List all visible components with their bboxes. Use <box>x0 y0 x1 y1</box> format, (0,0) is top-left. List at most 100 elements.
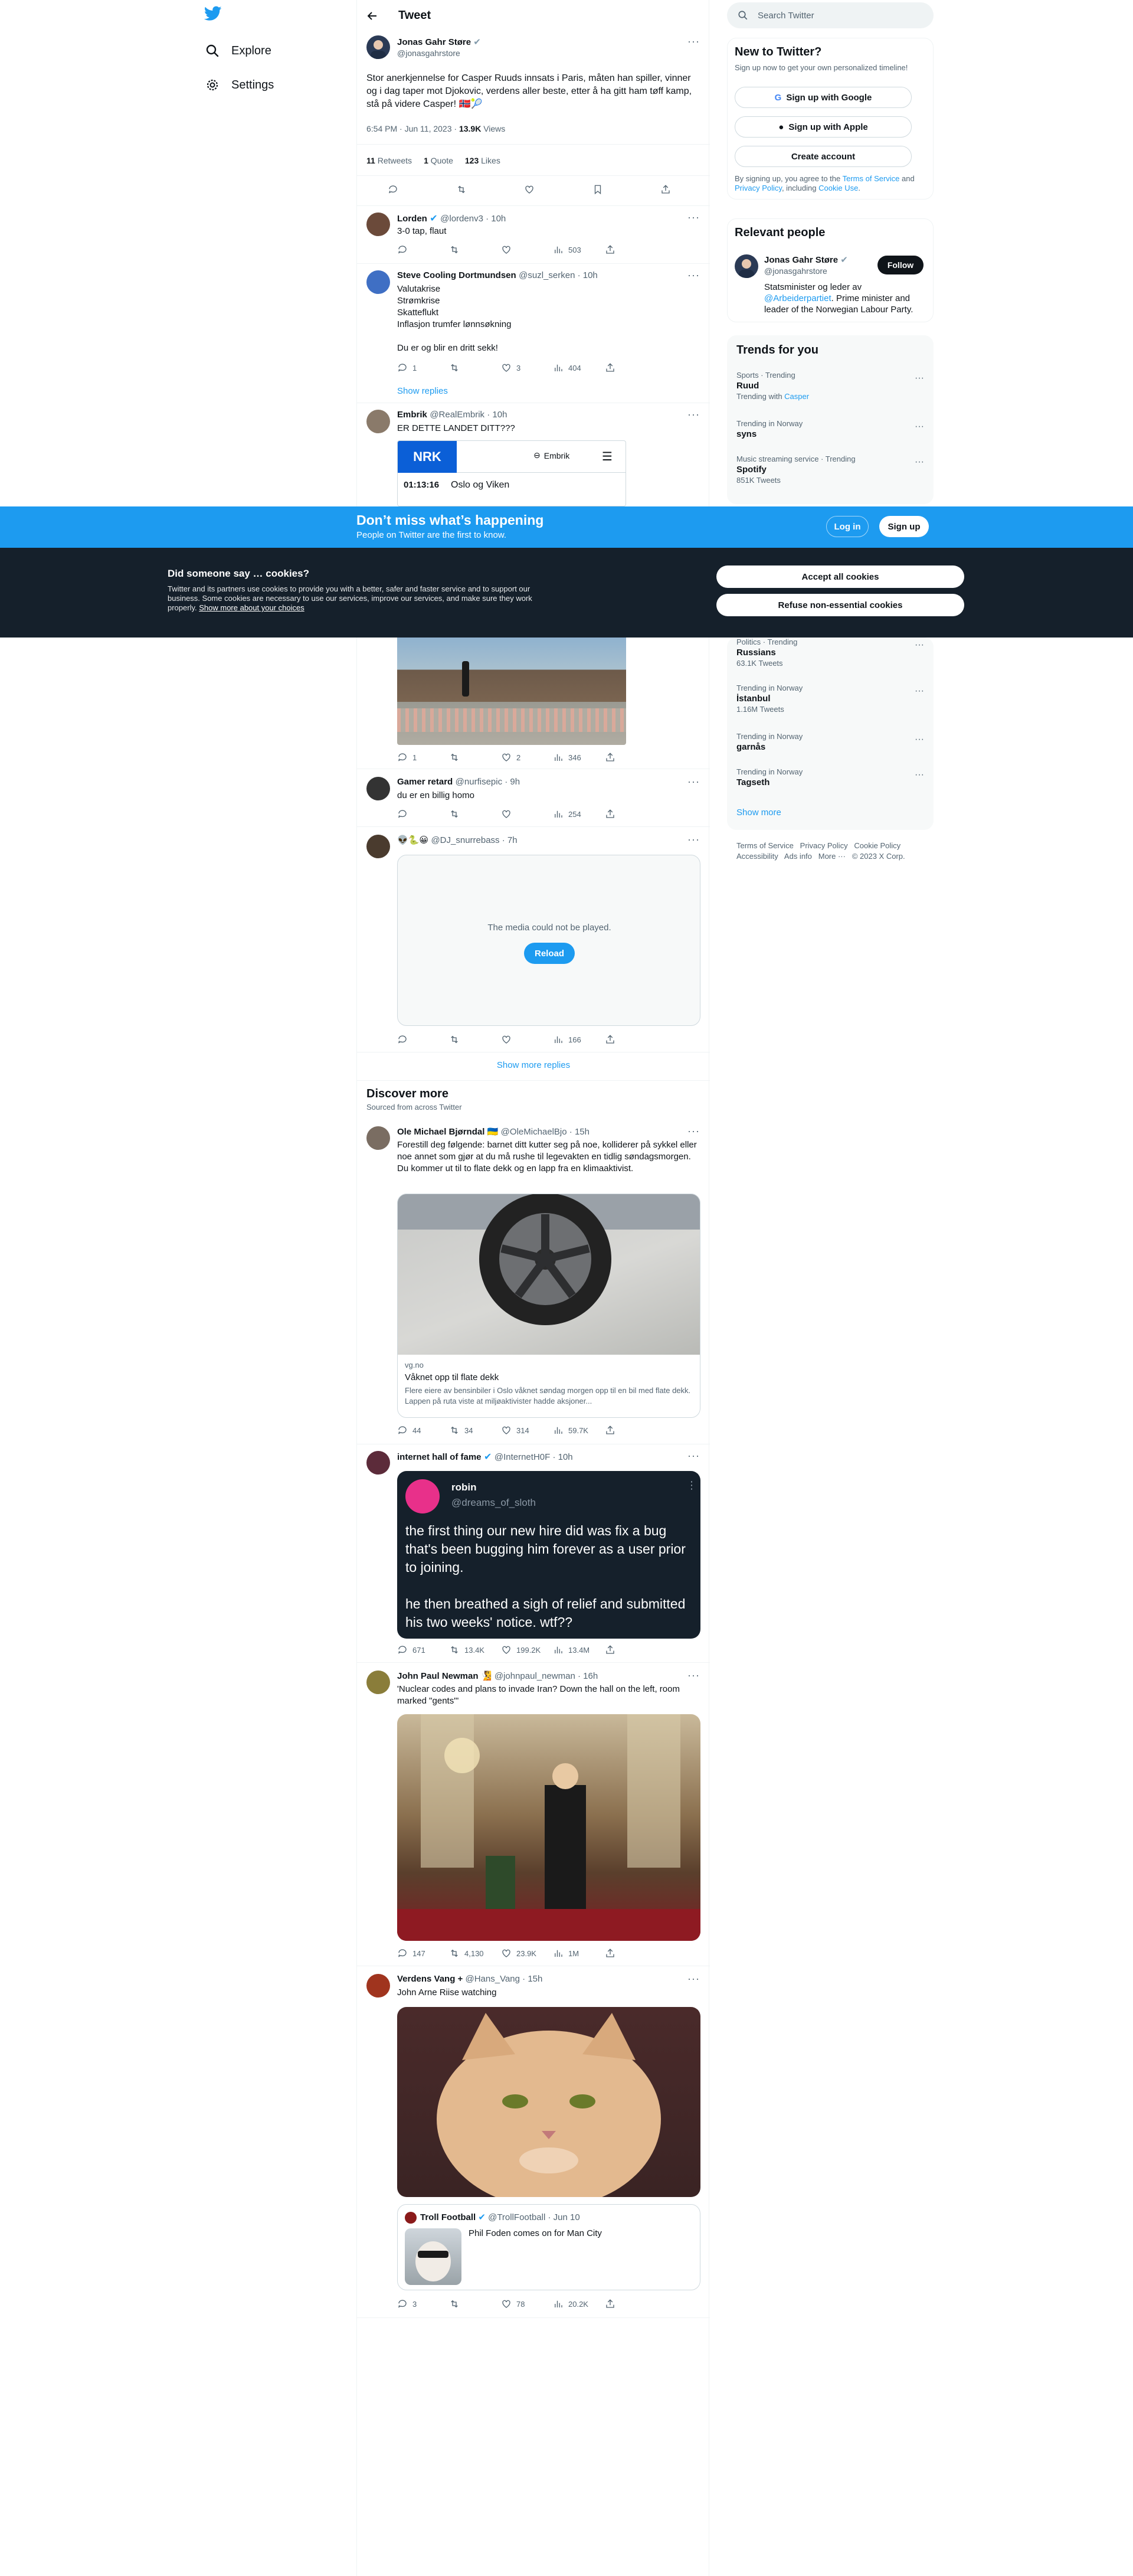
footer-terms-link[interactable]: Terms of Service <box>736 841 794 850</box>
author-handle[interactable]: @RealEmbrik · 10h <box>430 410 507 420</box>
trend-item[interactable]: Politics · Trending Russians 63.1K Tweets ·… <box>736 638 924 668</box>
retweet-button[interactable] <box>449 362 501 373</box>
nav-explore[interactable]: Explore <box>205 37 271 64</box>
more-options-icon[interactable]: ··· <box>915 686 924 697</box>
author-handle[interactable]: @lordenv3 · 10h <box>440 214 506 224</box>
like-button[interactable] <box>501 244 553 255</box>
like-button[interactable]: 78 <box>501 2299 553 2309</box>
show-more-trends-link[interactable]: Show more <box>736 808 781 818</box>
show-replies-link[interactable]: Show replies <box>397 386 448 396</box>
views-button[interactable]: 254 <box>553 809 605 819</box>
trend-item[interactable]: Trending in Norway Tagseth ··· <box>736 767 924 787</box>
nav-settings[interactable]: Settings <box>205 71 274 99</box>
avatar[interactable] <box>366 835 390 858</box>
views-button[interactable]: 404 <box>553 362 605 373</box>
reply-button[interactable] <box>397 1034 449 1045</box>
trend-related-link[interactable]: Casper <box>784 392 809 401</box>
trend-item[interactable]: Trending in Norway garnås ··· <box>736 732 924 752</box>
author-handle[interactable]: @suzl_serken · 10h <box>519 270 598 280</box>
author-handle[interactable]: @OleMichaelBjo · 15h <box>501 1127 590 1137</box>
more-options-icon[interactable]: ··· <box>915 734 924 745</box>
author-name[interactable]: Steve Cooling Dortmundsen <box>397 270 516 280</box>
show-more-replies-link[interactable]: Show more replies <box>357 1060 710 1070</box>
accept-cookies-button[interactable]: Accept all cookies <box>716 565 964 588</box>
reply-button[interactable]: 44 <box>397 1425 449 1436</box>
person-name[interactable]: Jonas Gahr Støre ✔ <box>764 254 848 265</box>
more-options-icon[interactable]: ··· <box>687 1450 700 1462</box>
avatar[interactable] <box>366 1671 390 1694</box>
reply-icon[interactable] <box>388 184 398 195</box>
footer-privacy-link[interactable]: Privacy Policy <box>800 841 848 850</box>
more-options-icon[interactable]: ··· <box>687 1973 700 1985</box>
author-handle[interactable]: @InternetH0F · 10h <box>495 1452 573 1462</box>
more-options-icon[interactable]: ··· <box>915 457 924 468</box>
more-options-icon[interactable]: ··· <box>687 269 700 282</box>
twitter-logo-icon[interactable] <box>204 6 222 21</box>
share-button[interactable] <box>605 809 657 819</box>
more-options-icon[interactable]: ··· <box>915 770 924 780</box>
login-button[interactable]: Log in <box>826 516 869 537</box>
create-account-button[interactable]: Create account <box>735 146 912 167</box>
more-options-icon[interactable]: ··· <box>687 1669 700 1682</box>
likes-stat[interactable]: 123 Likes <box>465 156 500 165</box>
retweet-button[interactable]: 4,130 <box>449 1948 501 1959</box>
link-card[interactable]: vg.no Våknet opp til flate dekk Flere ei… <box>397 1194 700 1418</box>
share-button[interactable] <box>605 1645 657 1655</box>
like-button[interactable]: 23.9K <box>501 1948 553 1959</box>
author-name[interactable]: Ole Michael Bjørndal 🇺🇦 <box>397 1127 498 1137</box>
share-button[interactable] <box>605 1034 657 1045</box>
retweet-icon[interactable] <box>456 184 467 195</box>
trend-item[interactable]: Music streaming service · Trending Spotif… <box>736 455 924 485</box>
retweets-stat[interactable]: 11 Retweets <box>366 156 412 165</box>
share-button[interactable] <box>605 2299 657 2309</box>
person-handle[interactable]: @jonasgahrstore <box>764 266 827 276</box>
more-options-icon[interactable]: ··· <box>687 408 700 421</box>
quoted-image[interactable]: robin @dreams_of_sloth ⋮ the first thing… <box>397 1471 700 1639</box>
cookie-choices-link[interactable]: Show more about your choices <box>199 603 304 612</box>
like-button[interactable]: 199.2K <box>501 1645 553 1655</box>
author-name[interactable]: 👽🐍😀 <box>397 835 428 845</box>
author-handle[interactable]: @DJ_snurrebass · 7h <box>431 835 517 845</box>
share-button[interactable] <box>605 752 657 763</box>
avatar[interactable] <box>366 213 390 236</box>
arbeiderpartiet-link[interactable]: @Arbeiderpartiet <box>764 293 831 303</box>
more-options-icon[interactable]: ··· <box>915 421 924 432</box>
author-handle[interactable]: @johnpaul_newman · 16h <box>495 1671 598 1681</box>
footer-ads-link[interactable]: Ads info <box>784 852 812 861</box>
views-button[interactable]: 1M <box>553 1948 605 1959</box>
footer-more-link[interactable]: More ··· <box>818 852 846 861</box>
like-icon[interactable] <box>524 184 535 195</box>
quoted-tweet[interactable]: Troll Football ✔ @TrollFootball · Jun 10… <box>397 2204 700 2290</box>
share-button[interactable] <box>605 1425 657 1436</box>
reply-button[interactable]: 1 <box>397 362 449 373</box>
follow-button[interactable]: Follow <box>877 256 924 274</box>
like-button[interactable]: 3 <box>501 362 553 373</box>
retweet-button[interactable] <box>449 2299 501 2309</box>
share-button[interactable] <box>605 362 657 373</box>
reply-button[interactable] <box>397 809 449 819</box>
tweet-image[interactable] <box>397 1714 700 1941</box>
views-button[interactable]: 503 <box>553 244 605 255</box>
trend-item[interactable]: Trending in Norway syns ··· <box>736 419 924 439</box>
avatar[interactable] <box>366 270 390 294</box>
like-button[interactable] <box>501 1034 553 1045</box>
media-screenshot[interactable]: NRK ⊖ Embrik ☰ 01:13:16 Oslo og Viken <box>397 440 626 506</box>
like-button[interactable]: 314 <box>501 1425 553 1436</box>
retweet-button[interactable]: 13.4K <box>449 1645 501 1655</box>
retweet-button[interactable] <box>449 809 501 819</box>
like-button[interactable] <box>501 809 553 819</box>
back-arrow-icon[interactable] <box>366 10 378 22</box>
footer-cookie-link[interactable]: Cookie Policy <box>854 841 900 850</box>
more-options-icon[interactable]: ··· <box>915 373 924 384</box>
reply-button[interactable]: 671 <box>397 1645 449 1655</box>
bookmark-icon[interactable] <box>592 184 603 195</box>
privacy-link[interactable]: Privacy Policy <box>735 184 782 192</box>
author-handle[interactable]: @nurfisepic · 9h <box>456 777 520 787</box>
retweet-button[interactable]: 34 <box>449 1425 501 1436</box>
share-button[interactable] <box>605 1948 657 1959</box>
share-icon[interactable] <box>660 184 671 195</box>
avatar[interactable] <box>366 35 390 59</box>
reply-button[interactable]: 3 <box>397 2299 449 2309</box>
apple-signup-button[interactable]: ● Sign up with Apple <box>735 116 912 138</box>
search-bar[interactable]: Search Twitter <box>727 2 934 28</box>
